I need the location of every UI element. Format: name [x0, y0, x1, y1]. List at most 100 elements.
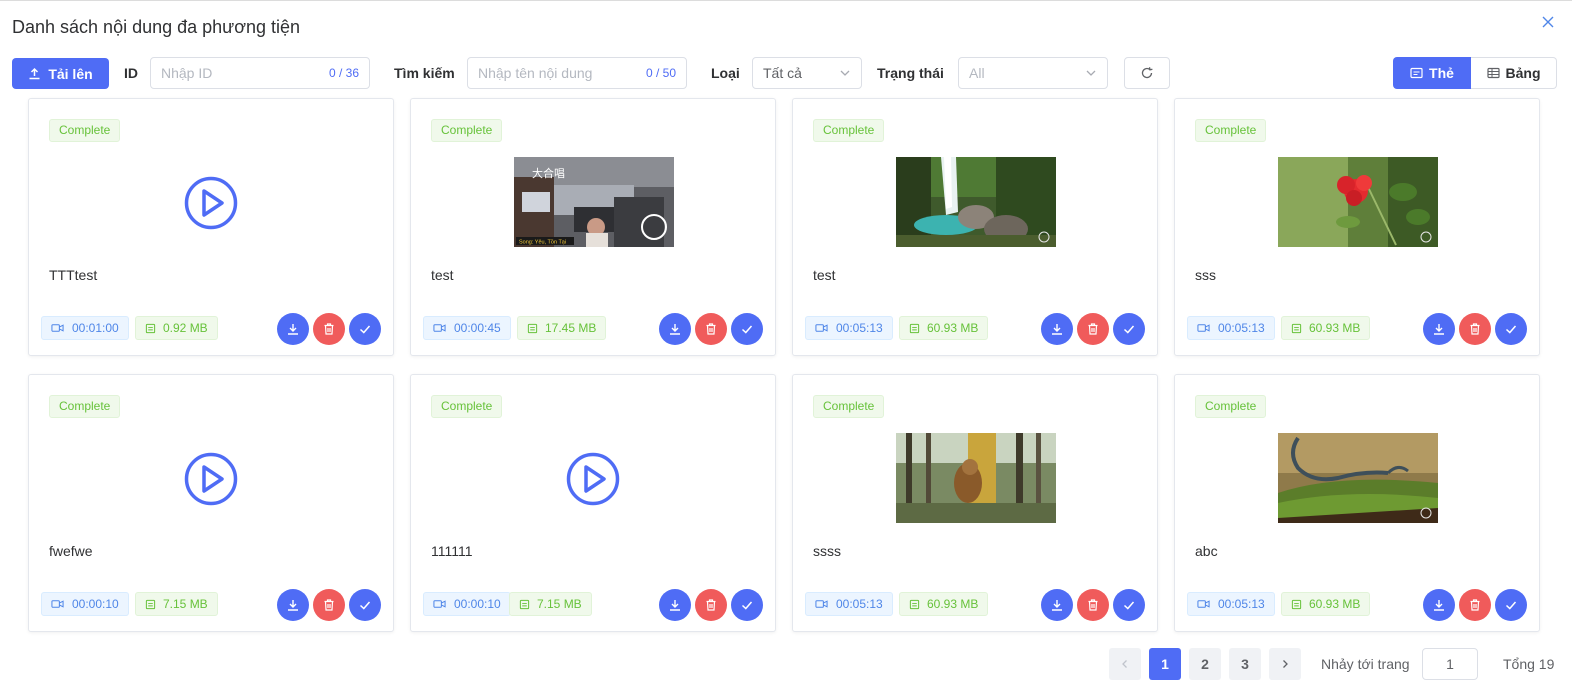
upload-button[interactable]: Tải lên: [12, 58, 109, 89]
duration-value: 00:00:10: [454, 597, 501, 611]
file-icon: [145, 599, 156, 610]
media-name: ssss: [813, 543, 841, 559]
chevron-down-icon: [840, 70, 850, 76]
trash-icon: [1086, 598, 1100, 612]
delete-button[interactable]: [1077, 589, 1109, 621]
video-thumbnail-office[interactable]: Song: Yêu, Tồn Tại 大合唱: [514, 157, 674, 247]
video-thumbnail-waterfall[interactable]: [896, 157, 1056, 247]
media-name: 111111: [431, 543, 473, 559]
svg-text:Song: Yêu, Tồn Tại: Song: Yêu, Tồn Tại: [519, 240, 566, 246]
select-button[interactable]: [1113, 313, 1145, 345]
chevron-right-icon: [1283, 660, 1288, 668]
page-button-3[interactable]: 3: [1229, 648, 1261, 680]
duration-tag: 00:05:13: [805, 592, 893, 616]
size-tag: 17.45 MB: [517, 316, 607, 340]
select-button[interactable]: [1113, 589, 1145, 621]
media-name: test: [813, 267, 836, 283]
delete-button[interactable]: [1459, 589, 1491, 621]
file-icon: [909, 323, 920, 334]
search-label: Tìm kiếm: [394, 65, 455, 81]
type-select-value: Tất cả: [763, 65, 802, 81]
video-thumbnail-lizard[interactable]: [1278, 433, 1438, 523]
view-table-button[interactable]: Bảng: [1471, 57, 1557, 89]
page-button-2[interactable]: 2: [1189, 648, 1221, 680]
download-button[interactable]: [1423, 589, 1455, 621]
check-icon: [1504, 598, 1518, 612]
duration-value: 00:01:00: [72, 321, 119, 335]
size-tag: 60.93 MB: [1281, 592, 1371, 616]
play-icon[interactable]: [184, 176, 238, 230]
download-button[interactable]: [1041, 313, 1073, 345]
download-button[interactable]: [277, 313, 309, 345]
view-card-label: Thẻ: [1429, 65, 1454, 81]
id-input[interactable]: Nhập ID 0 / 36: [150, 57, 370, 89]
media-card[interactable]: Complete TTTtest 00:01:00 0.92 MB: [28, 98, 394, 356]
download-button[interactable]: [659, 313, 691, 345]
upload-icon: [29, 67, 40, 80]
select-button[interactable]: [1495, 589, 1527, 621]
video-camera-icon: [1197, 598, 1210, 610]
select-button[interactable]: [349, 313, 381, 345]
play-icon[interactable]: [184, 452, 238, 506]
search-char-count: 0 / 50: [645, 66, 676, 80]
view-card-button[interactable]: Thẻ: [1393, 57, 1471, 89]
download-icon: [668, 598, 682, 612]
delete-button[interactable]: [695, 589, 727, 621]
size-tag: 60.93 MB: [899, 316, 989, 340]
delete-button[interactable]: [695, 313, 727, 345]
page-button-1[interactable]: 1: [1149, 648, 1181, 680]
media-card[interactable]: Complete ssss 00:05:13 60.93 MB: [792, 374, 1158, 632]
download-button[interactable]: [659, 589, 691, 621]
select-button[interactable]: [731, 313, 763, 345]
delete-button[interactable]: [1077, 313, 1109, 345]
download-button[interactable]: [1041, 589, 1073, 621]
duration-tag: 00:05:13: [1187, 592, 1275, 616]
delete-button[interactable]: [1459, 313, 1491, 345]
media-card[interactable]: Complete fwefwe 00:00:10 7.15 MB: [28, 374, 394, 632]
delete-button[interactable]: [313, 589, 345, 621]
svg-text:大合唱: 大合唱: [532, 166, 565, 180]
media-card[interactable]: Complete Song: Yêu, Tồn Tại 大合唱 test 00:…: [410, 98, 776, 356]
next-page-button[interactable]: [1269, 648, 1301, 680]
status-badge: Complete: [813, 395, 885, 418]
size-value: 0.92 MB: [163, 321, 208, 335]
check-icon: [1504, 322, 1518, 336]
refresh-button[interactable]: [1124, 57, 1170, 89]
jump-to-page-input[interactable]: 1: [1422, 648, 1478, 680]
check-icon: [740, 322, 754, 336]
size-tag: 60.93 MB: [1281, 316, 1371, 340]
status-select[interactable]: All: [958, 57, 1108, 89]
size-tag: 7.15 MB: [135, 592, 218, 616]
select-button[interactable]: [1495, 313, 1527, 345]
close-icon[interactable]: [1541, 15, 1555, 29]
video-thumbnail-sloth[interactable]: [896, 433, 1056, 523]
trash-icon: [1468, 322, 1482, 336]
download-icon: [668, 322, 682, 336]
select-button[interactable]: [349, 589, 381, 621]
size-value: 7.15 MB: [163, 597, 208, 611]
file-icon: [1291, 599, 1302, 610]
download-button[interactable]: [277, 589, 309, 621]
media-name: test: [431, 267, 454, 283]
media-card[interactable]: Complete 111111 00:00:10 7.15 MB: [410, 374, 776, 632]
table-view-icon: [1486, 67, 1500, 79]
download-icon: [1050, 322, 1064, 336]
type-select[interactable]: Tất cả: [752, 57, 862, 89]
check-icon: [1122, 322, 1136, 336]
download-icon: [1050, 598, 1064, 612]
media-card[interactable]: Complete test 00:05:13 60.93 MB: [792, 98, 1158, 356]
select-button[interactable]: [731, 589, 763, 621]
delete-button[interactable]: [313, 313, 345, 345]
search-input[interactable]: Nhập tên nội dung 0 / 50: [467, 57, 687, 89]
prev-page-button[interactable]: [1109, 648, 1141, 680]
search-placeholder: Nhập tên nội dung: [478, 65, 593, 81]
media-card[interactable]: Complete sss 00:05:13 60.93 MB: [1174, 98, 1540, 356]
size-tag: 0.92 MB: [135, 316, 218, 340]
id-placeholder: Nhập ID: [161, 65, 213, 81]
download-button[interactable]: [1423, 313, 1455, 345]
video-camera-icon: [51, 322, 64, 334]
video-thumbnail-flower[interactable]: [1278, 157, 1438, 247]
size-value: 17.45 MB: [545, 321, 597, 335]
media-card[interactable]: Complete abc 00:05:13 60.93 MB: [1174, 374, 1540, 632]
play-icon[interactable]: [566, 452, 620, 506]
